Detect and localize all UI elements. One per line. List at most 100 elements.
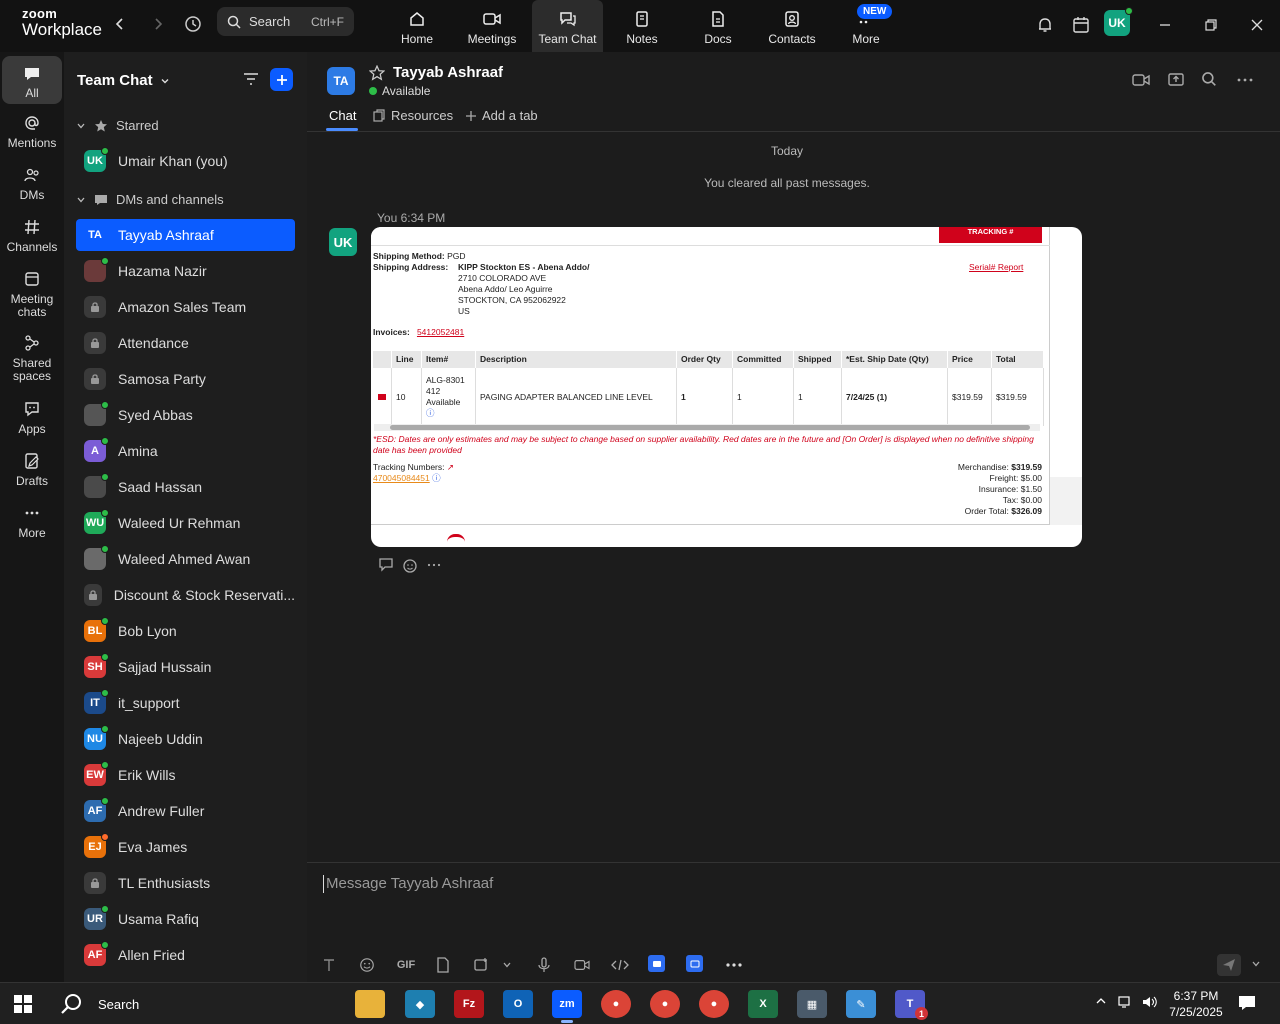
- video-call-icon[interactable]: [1131, 72, 1151, 88]
- calendar-icon[interactable]: [1068, 12, 1094, 38]
- network-icon[interactable]: [1118, 995, 1134, 1009]
- sidebar-item-tayyab-ashraaf[interactable]: TA Tayyab Ashraaf: [76, 219, 295, 251]
- emoji-icon[interactable]: [357, 955, 377, 975]
- message-more-icon[interactable]: [426, 557, 442, 573]
- chevron-down-icon[interactable]: [497, 955, 517, 975]
- sender-avatar[interactable]: UK: [329, 228, 357, 256]
- code-snippet-icon[interactable]: [610, 955, 630, 975]
- taskbar-clock[interactable]: 6:37 PM 7/25/2025: [1168, 988, 1224, 1020]
- microphone-icon[interactable]: [534, 955, 554, 975]
- chrome-profile-2-icon[interactable]: ●: [699, 990, 729, 1018]
- sidebar-item-najeeb-uddin[interactable]: NU Najeeb Uddin: [76, 723, 295, 755]
- volume-icon[interactable]: [1142, 995, 1158, 1009]
- send-button[interactable]: [1217, 954, 1241, 976]
- sidebar-item-erik-wills[interactable]: EW Erik Wills: [76, 759, 295, 791]
- sidebar-item-eva-james[interactable]: EJ Eva James: [76, 831, 295, 863]
- screenshot-icon[interactable]: [471, 955, 491, 975]
- dms-section[interactable]: DMs and channels: [76, 192, 224, 207]
- tab-add[interactable]: Add a tab: [465, 108, 538, 123]
- forward-arrow-icon[interactable]: [146, 12, 170, 36]
- more-options-icon[interactable]: [1236, 71, 1254, 89]
- video-message-icon[interactable]: [572, 955, 592, 975]
- windows-start-icon[interactable]: [14, 995, 32, 1013]
- rail-dms[interactable]: DMs: [2, 166, 62, 202]
- more-tools-icon[interactable]: [724, 955, 744, 975]
- close-icon[interactable]: [1244, 12, 1270, 38]
- reply-thread-icon[interactable]: [378, 557, 396, 573]
- message-composer[interactable]: Message Tayyab Ashraaf GIF: [307, 862, 1280, 982]
- calculator-icon[interactable]: ▦: [797, 990, 827, 1018]
- filezilla-icon[interactable]: Fz: [454, 990, 484, 1018]
- rail-all[interactable]: All: [2, 56, 62, 104]
- search-bar[interactable]: Search Ctrl+F: [217, 7, 354, 36]
- sidebar-item-tl-enthusiasts[interactable]: TL Enthusiasts: [76, 867, 295, 899]
- file-explorer-icon[interactable]: [355, 990, 385, 1018]
- restore-icon[interactable]: [1198, 12, 1224, 38]
- zoom-app-icon[interactable]: [686, 955, 703, 972]
- notification-center-icon[interactable]: [1238, 995, 1256, 1011]
- history-icon[interactable]: [181, 12, 205, 36]
- excel-icon[interactable]: X: [748, 990, 778, 1018]
- rail-more[interactable]: More: [2, 504, 62, 540]
- sidebar-item-bob-lyon[interactable]: BL Bob Lyon: [76, 615, 295, 647]
- profile-avatar[interactable]: UK: [1104, 7, 1133, 36]
- filter-icon[interactable]: [242, 70, 260, 88]
- chrome-profile-icon[interactable]: ●: [650, 990, 680, 1018]
- sidebar-title[interactable]: Team Chat: [77, 72, 171, 89]
- teams-icon[interactable]: T 1: [895, 990, 928, 1020]
- star-outline-icon[interactable]: [369, 64, 385, 81]
- message-input[interactable]: Message Tayyab Ashraaf: [323, 875, 493, 893]
- contact-avatar[interactable]: TA: [327, 67, 355, 95]
- sidebar-item-usama-rafiq[interactable]: UR Usama Rafiq: [76, 903, 295, 935]
- sidebar-item-amazon-sales-team[interactable]: Amazon Sales Team: [76, 291, 295, 323]
- sidebar-item-attendance[interactable]: Attendance: [76, 327, 295, 359]
- emoji-reaction-icon[interactable]: [402, 557, 420, 575]
- sidebar-item-samosa-party[interactable]: Samosa Party: [76, 363, 295, 395]
- tab-chat[interactable]: Chat: [329, 108, 356, 123]
- sidebar-item-amina[interactable]: A Amina: [76, 435, 295, 467]
- chevron-down-icon[interactable]: [1251, 959, 1261, 969]
- sidebar-item-discount-stock-reservati[interactable]: Discount & Stock Reservati...: [76, 579, 295, 611]
- sidebar-item-waleed-ur-rehman[interactable]: WU Waleed Ur Rehman: [76, 507, 295, 539]
- tab-resources[interactable]: Resources: [372, 108, 453, 123]
- sidebar-item-hazama-nazir[interactable]: Hazama Nazir: [76, 255, 295, 287]
- gif-icon[interactable]: GIF: [395, 955, 417, 975]
- app-diamond-icon[interactable]: ◆: [405, 990, 435, 1018]
- back-arrow-icon[interactable]: [108, 12, 132, 36]
- sidebar-item-umair-khan[interactable]: UK Umair Khan (you): [76, 145, 295, 177]
- sidebar-item-waleed-ahmed-awan[interactable]: Waleed Ahmed Awan: [76, 543, 295, 575]
- minimize-icon[interactable]: [1152, 12, 1178, 38]
- sidebar-item-sajjad-hussain[interactable]: SH Sajjad Hussain: [76, 651, 295, 683]
- contact-name[interactable]: Tayyab Ashraaf: [393, 64, 503, 81]
- tab-meetings[interactable]: Meetings: [462, 0, 522, 52]
- tray-chevron-up-icon[interactable]: [1095, 996, 1107, 1006]
- sidebar-item-it-support[interactable]: IT it_support: [76, 687, 295, 719]
- taskbar-search[interactable]: Search: [60, 993, 139, 1015]
- rail-shared-spaces[interactable]: Shared spaces: [2, 334, 62, 383]
- app-icon[interactable]: [648, 955, 665, 972]
- rail-apps[interactable]: Apps: [2, 400, 62, 436]
- sidebar-item-allen-fried[interactable]: AF Allen Fried: [76, 939, 295, 971]
- text-format-icon[interactable]: [319, 955, 339, 975]
- notepad-icon[interactable]: ✎: [846, 990, 876, 1018]
- rail-mentions[interactable]: Mentions: [2, 114, 62, 150]
- sidebar-item-saad-hassan[interactable]: Saad Hassan: [76, 471, 295, 503]
- share-screen-icon[interactable]: [1167, 71, 1185, 89]
- rail-meeting-chats[interactable]: Meeting chats: [2, 270, 62, 319]
- tab-home[interactable]: Home: [393, 0, 441, 52]
- notifications-bell-icon[interactable]: [1032, 12, 1058, 38]
- sidebar-item-andrew-fuller[interactable]: AF Andrew Fuller: [76, 795, 295, 827]
- starred-section[interactable]: Starred: [76, 118, 159, 133]
- chrome-icon[interactable]: ●: [601, 990, 631, 1018]
- rail-drafts[interactable]: Drafts: [2, 452, 62, 488]
- zoom-taskbar-icon[interactable]: zm: [552, 990, 582, 1023]
- rail-channels[interactable]: Channels: [2, 218, 62, 254]
- sidebar-item-syed-abbas[interactable]: Syed Abbas: [76, 399, 295, 431]
- tab-notes[interactable]: Notes: [620, 0, 664, 52]
- tab-team-chat[interactable]: Team Chat: [532, 0, 603, 52]
- image-attachment[interactable]: TRACKING # Shipping Method: PGD Shipping…: [371, 227, 1082, 547]
- tab-docs[interactable]: Docs: [698, 0, 738, 52]
- outlook-icon[interactable]: O: [503, 990, 533, 1018]
- search-icon[interactable]: [1201, 71, 1217, 87]
- tab-contacts[interactable]: Contacts: [767, 0, 817, 52]
